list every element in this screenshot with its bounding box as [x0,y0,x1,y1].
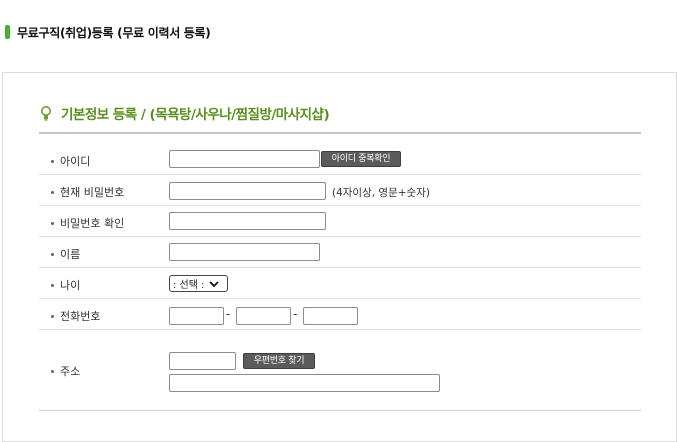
postcode-input[interactable] [169,352,236,370]
row-password: 현재 비밀번호 (4자이상, 영문+숫자) [39,175,641,206]
userid-input[interactable] [169,150,320,168]
phone-separator-1: - [226,307,231,321]
row-name: 이름 [39,237,641,268]
chevron-down-icon [208,280,219,287]
form-bottom-divider [39,410,641,411]
page-header: 무료구직(취업)등록 (무료 이력서 등록) [5,24,211,40]
label-password-confirm: 비밀번호 확인 [51,215,124,231]
password-input[interactable] [169,182,326,200]
label-address: 주소 [51,363,80,379]
lightbulb-icon [41,105,51,121]
check-duplicate-button[interactable]: 아이디 중복확인 [321,151,401,167]
name-input[interactable] [169,243,320,261]
label-userid: 아이디 [51,153,90,169]
phone-part2-input[interactable] [236,307,291,325]
row-age: 나이 : 선택 : [39,268,641,299]
header-accent-bar [5,25,10,39]
row-phone: 전화번호 - - [39,299,641,330]
label-name: 이름 [51,246,80,262]
page-title: 무료구직(취업)등록 (무료 이력서 등록) [17,25,211,40]
label-password: 현재 비밀번호 [51,184,124,200]
registration-panel: 기본정보 등록 / (목욕탕/사우나/찜질방/마사지샵) 아이디 아이디 중복확… [2,72,677,442]
password-confirm-input[interactable] [169,212,326,230]
phone-separator-2: - [293,307,298,321]
section-divider [39,132,641,134]
address-detail-input[interactable] [169,374,440,392]
find-postcode-button[interactable]: 우편번호 찾기 [243,353,315,369]
section-title: 기본정보 등록 / (목욕탕/사우나/찜질방/마사지샵) [61,107,330,123]
phone-part3-input[interactable] [303,307,358,325]
section-header: 기본정보 등록 / (목욕탕/사우나/찜질방/마사지샵) [41,103,330,123]
phone-part1-input[interactable] [169,307,224,325]
age-select-value: : 선택 : [173,280,205,291]
label-age: 나이 [51,277,80,293]
age-select[interactable]: : 선택 : [169,275,228,292]
label-phone: 전화번호 [51,308,100,324]
row-address: 주소 우편번호 찾기 [39,330,641,410]
row-password-confirm: 비밀번호 확인 [39,206,641,237]
password-hint: (4자이상, 영문+숫자) [332,187,430,199]
row-userid: 아이디 아이디 중복확인 [39,144,641,175]
